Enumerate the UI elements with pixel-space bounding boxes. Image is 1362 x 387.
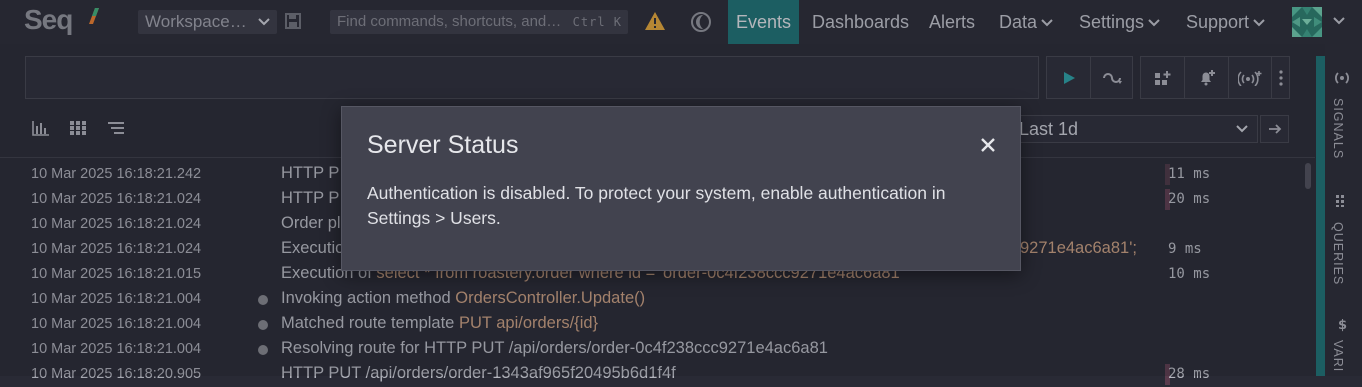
close-button[interactable]: [975, 132, 1001, 158]
close-icon: [981, 138, 995, 152]
dialog-title: Server Status: [367, 131, 519, 159]
server-status-dialog: Server Status Authentication is disabled…: [341, 106, 1021, 271]
dialog-message: Authentication is disabled. To protect y…: [367, 183, 946, 228]
